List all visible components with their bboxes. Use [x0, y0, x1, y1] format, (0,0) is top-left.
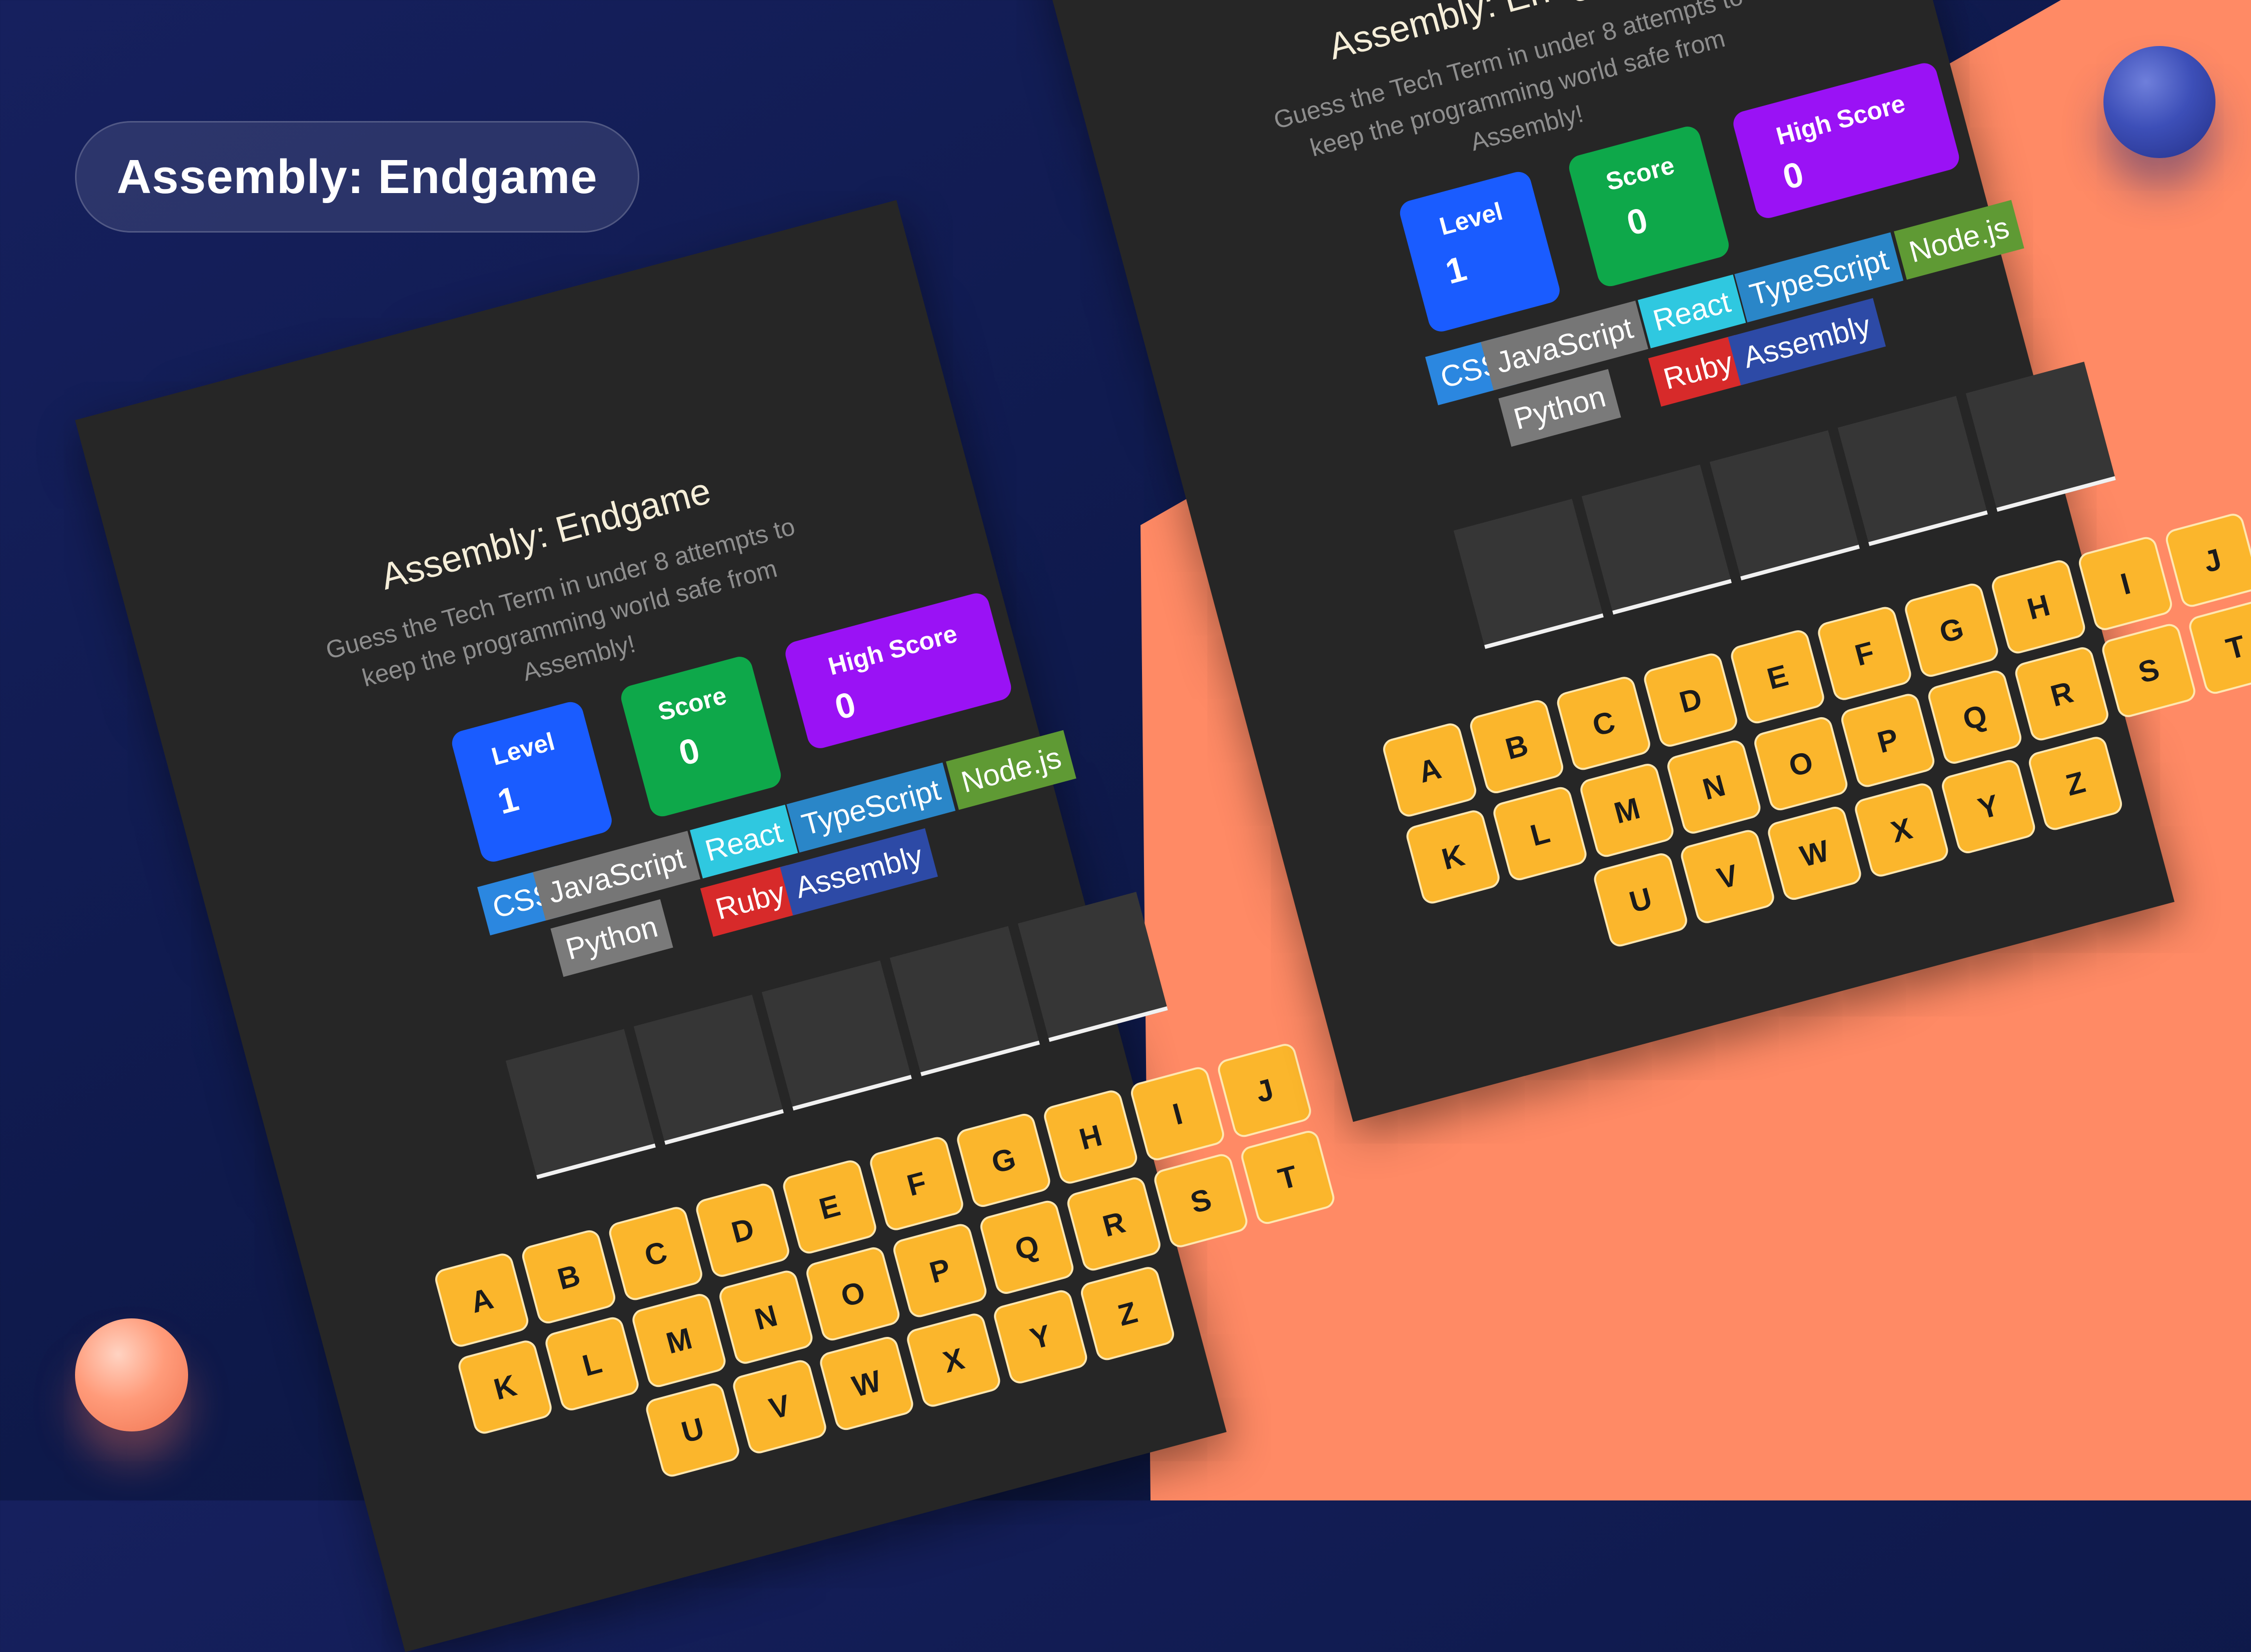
key-n[interactable]: N: [717, 1268, 815, 1366]
high-score-label: High Score: [825, 619, 960, 681]
score-stat: Score 0: [618, 654, 784, 820]
key-x[interactable]: X: [904, 1311, 1003, 1409]
level-stat: Level 1: [1397, 169, 1563, 335]
key-y[interactable]: Y: [991, 1287, 1090, 1386]
key-e[interactable]: E: [1728, 628, 1827, 726]
letter-slot: [633, 994, 784, 1145]
score-value: 0: [674, 730, 704, 773]
decorative-navy-sphere: [2103, 46, 2215, 158]
letter-slot: [1837, 396, 1988, 546]
level-value: 1: [1441, 249, 1471, 292]
high-score-stat: High Score 0: [782, 590, 1014, 751]
keyboard: ABCDEFGHIJKLMNOPQRSTUVWXYZ: [75, 200, 1337, 1479]
key-e[interactable]: E: [780, 1158, 879, 1256]
key-c[interactable]: C: [606, 1204, 705, 1303]
level-label: Level: [1436, 197, 1506, 241]
high-score-value: 0: [830, 684, 860, 727]
letter-slot: [1581, 464, 1732, 615]
language-chip-typescript: TypeScript: [786, 762, 956, 853]
score-label: Score: [655, 681, 730, 727]
key-z[interactable]: Z: [2026, 734, 2125, 833]
key-q[interactable]: Q: [1925, 668, 2024, 766]
game-card-left: Assembly: Endgame Guess the Tech Term in…: [75, 200, 1337, 1652]
language-chips: CSS JavaScript React TypeScript Node.js Pytho…: [75, 200, 1077, 977]
language-chip-nodejs: Node.js: [946, 730, 1077, 810]
level-label: Level: [488, 727, 558, 771]
letter-slot: [1453, 499, 1604, 649]
key-h[interactable]: H: [1041, 1088, 1140, 1186]
key-r[interactable]: R: [2012, 645, 2111, 743]
key-m[interactable]: M: [1578, 761, 1676, 860]
key-l[interactable]: L: [543, 1314, 641, 1413]
level-value: 1: [493, 779, 523, 822]
key-a[interactable]: A: [433, 1251, 531, 1349]
key-w[interactable]: W: [817, 1334, 916, 1433]
high-score-stat: High Score 0: [1730, 60, 1962, 221]
letter-slot: [505, 1029, 656, 1179]
key-u[interactable]: U: [643, 1381, 742, 1479]
high-score-value: 0: [1778, 154, 1808, 197]
key-a[interactable]: A: [1381, 721, 1479, 819]
key-y[interactable]: Y: [1939, 757, 2038, 856]
key-q[interactable]: Q: [977, 1198, 1076, 1296]
key-x[interactable]: X: [1852, 781, 1951, 879]
key-m[interactable]: M: [630, 1291, 728, 1390]
letter-slot: [761, 960, 912, 1111]
letter-slot: [1709, 430, 1860, 581]
key-f[interactable]: F: [1815, 604, 1914, 703]
key-w[interactable]: W: [1765, 804, 1864, 903]
key-l[interactable]: L: [1491, 784, 1589, 883]
key-g[interactable]: G: [1902, 581, 2001, 679]
key-f[interactable]: F: [867, 1134, 966, 1233]
decorative-peach-sphere: [75, 1318, 188, 1431]
score-stat: Score 0: [1566, 124, 1732, 290]
key-v[interactable]: V: [730, 1357, 829, 1456]
letter-slot: [889, 926, 1040, 1076]
key-h[interactable]: H: [1989, 558, 2088, 656]
word-slots: [75, 200, 1168, 1179]
key-k[interactable]: K: [456, 1338, 554, 1436]
key-o[interactable]: O: [804, 1245, 902, 1343]
level-stat: Level 1: [449, 699, 615, 865]
key-b[interactable]: B: [1467, 697, 1566, 796]
key-r[interactable]: R: [1064, 1175, 1163, 1273]
key-p[interactable]: P: [1839, 691, 1937, 790]
key-g[interactable]: G: [954, 1111, 1053, 1209]
banner-title-pill: Assembly: Endgame: [75, 121, 639, 233]
key-z[interactable]: Z: [1078, 1264, 1177, 1363]
key-d[interactable]: D: [1641, 651, 1740, 749]
key-b[interactable]: B: [519, 1227, 618, 1326]
key-k[interactable]: K: [1404, 808, 1502, 906]
key-c[interactable]: C: [1554, 674, 1653, 773]
banner-title: Assembly: Endgame: [117, 150, 598, 204]
score-value: 0: [1622, 200, 1652, 243]
score-label: Score: [1603, 151, 1678, 197]
language-chip-typescript: TypeScript: [1734, 232, 1904, 323]
key-o[interactable]: O: [1752, 715, 1850, 813]
key-v[interactable]: V: [1678, 827, 1777, 926]
key-p[interactable]: P: [891, 1221, 989, 1320]
key-u[interactable]: U: [1591, 851, 1690, 949]
high-score-label: High Score: [1773, 89, 1908, 151]
key-d[interactable]: D: [693, 1181, 792, 1279]
key-n[interactable]: N: [1665, 738, 1763, 836]
